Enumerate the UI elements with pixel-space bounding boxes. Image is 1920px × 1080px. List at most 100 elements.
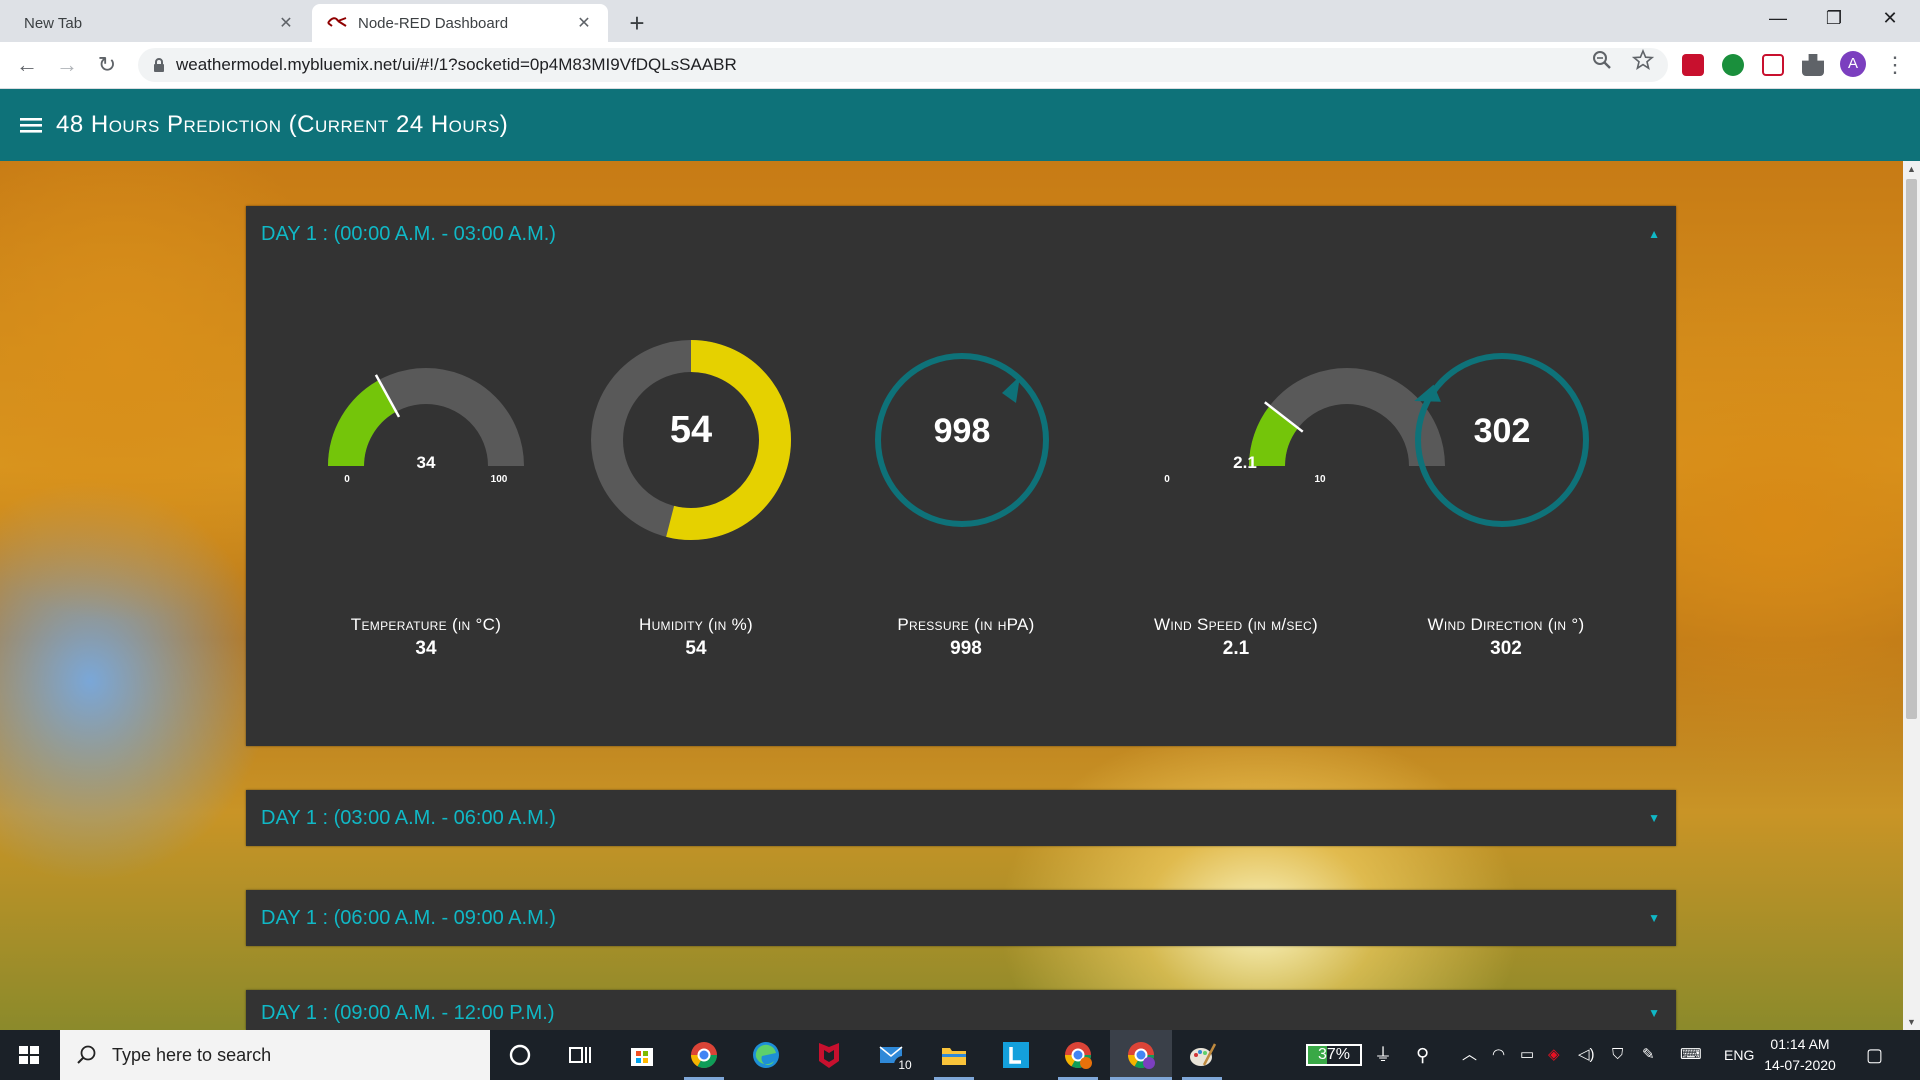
wind-speed-gauge-min: 0: [1164, 474, 1170, 485]
language-indicator[interactable]: ENG: [1724, 1030, 1754, 1080]
group-title: DAY 1 : (06:00 A.M. - 09:00 A.M.): [261, 906, 556, 929]
tab-new-tab[interactable]: New Tab ✕: [0, 4, 310, 42]
taskbar-clock[interactable]: 01:14 AM 14-07-2020: [1760, 1034, 1840, 1076]
chrome-active-icon[interactable]: [1125, 1039, 1157, 1071]
node-red-icon: [327, 17, 347, 27]
temperature-gauge-fill: [328, 380, 397, 467]
group-panel-day1-03-06: DAY 1 : (03:00 A.M. - 06:00 A.M.) ▼: [246, 790, 1676, 846]
wind-direction-ring-value: 302: [1473, 412, 1531, 450]
collapse-caret-icon[interactable]: ▲: [1648, 227, 1660, 241]
tab-node-red-dashboard[interactable]: Node-RED Dashboard ✕: [312, 4, 608, 42]
keyboard-icon[interactable]: ⌨: [1680, 1030, 1702, 1080]
security-shield-icon[interactable]: ⛉: [1612, 1030, 1623, 1080]
windows-start-icon[interactable]: [0, 1030, 58, 1080]
humidity-label: Humidity (in %): [639, 615, 753, 634]
launcher-l-icon[interactable]: [1000, 1039, 1032, 1071]
people-icon[interactable]: ⚲: [1416, 1030, 1429, 1080]
url-text: weathermodel.mybluemix.net/ui/#!/1?socke…: [176, 55, 737, 74]
humidity-value: 54: [685, 638, 707, 659]
pressure-ring-marker: [1002, 376, 1020, 403]
action-center-icon[interactable]: ▢: [1866, 1030, 1883, 1080]
group-title: DAY 1 : (09:00 A.M. - 12:00 P.M.): [261, 1001, 555, 1024]
chrome-profile-icon[interactable]: [1062, 1039, 1094, 1071]
tab-title: Node-RED Dashboard: [358, 14, 509, 32]
browser-toolbar: ← → ↻ weathermodel.mybluemix.net/ui/#!/1…: [0, 42, 1920, 89]
show-hidden-icons-icon[interactable]: ︿: [1462, 1030, 1477, 1080]
browser-menu-icon[interactable]: ⋮: [1880, 50, 1910, 80]
group-header[interactable]: DAY 1 : (03:00 A.M. - 06:00 A.M.) ▼: [246, 790, 1676, 846]
page-scrollbar[interactable]: ▲ ▼: [1903, 161, 1920, 1030]
minimize-icon[interactable]: —: [1750, 0, 1806, 36]
battery-indicator[interactable]: 37%: [1306, 1044, 1362, 1066]
address-bar[interactable]: weathermodel.mybluemix.net/ui/#!/1?socke…: [138, 48, 1668, 82]
chrome-icon[interactable]: [688, 1039, 720, 1071]
pen-icon[interactable]: ✎: [1642, 1030, 1655, 1080]
mcafee-extension-icon[interactable]: [1682, 54, 1704, 76]
group-title: DAY 1 : (03:00 A.M. - 06:00 A.M.): [261, 806, 556, 829]
webadvisor-extension-icon[interactable]: [1762, 54, 1784, 76]
wind-direction-value: 302: [1490, 638, 1522, 659]
wind-speed-label: Wind Speed (in m/sec): [1154, 615, 1318, 634]
scroll-down-icon[interactable]: ▼: [1903, 1014, 1920, 1030]
profile-avatar[interactable]: A: [1840, 51, 1866, 77]
reload-icon[interactable]: ↻: [92, 50, 122, 80]
temperature-label: Temperature (in °C): [350, 615, 502, 634]
extensions-puzzle-icon[interactable]: [1802, 54, 1824, 76]
humidity-donut-value: 54: [669, 409, 713, 451]
group-header[interactable]: DAY 1 : (06:00 A.M. - 09:00 A.M.) ▼: [246, 890, 1676, 946]
restore-icon[interactable]: ❐: [1806, 0, 1862, 36]
clock-date: 14-07-2020: [1764, 1057, 1836, 1073]
close-tab-icon[interactable]: ✕: [574, 13, 594, 33]
power-plug-icon[interactable]: ⏚: [1374, 1030, 1392, 1080]
browser-tab-strip: New Tab ✕ Node-RED Dashboard ✕ + — ❐ ✕: [0, 0, 1920, 42]
volume-icon[interactable]: ◁): [1578, 1030, 1595, 1080]
paint-icon[interactable]: [1186, 1039, 1218, 1071]
pressure-text-widget: Pressure (in hPA) 998: [831, 615, 1101, 660]
temperature-value: 34: [415, 638, 437, 659]
search-placeholder: Type here to search: [112, 1044, 272, 1065]
wifi-icon[interactable]: ◠: [1492, 1030, 1505, 1080]
scroll-up-icon[interactable]: ▲: [1903, 161, 1920, 177]
expand-caret-icon[interactable]: ▼: [1648, 811, 1660, 825]
close-tab-icon[interactable]: ✕: [276, 13, 296, 33]
windows-taskbar: Type here to search 10 37% ⏚ ⚲ ︿ ◠ ▭ ◈ ◁…: [0, 1030, 1920, 1080]
hamburger-menu-icon[interactable]: [20, 116, 42, 134]
group-header[interactable]: DAY 1 : (09:00 A.M. - 12:00 P.M.) ▼: [246, 990, 1676, 1030]
battery-percent: 37%: [1317, 1046, 1351, 1063]
edge-icon[interactable]: [750, 1039, 782, 1071]
page-title: 48 Hours Prediction (Current 24 Hours): [56, 111, 509, 138]
close-window-icon[interactable]: ✕: [1862, 0, 1918, 36]
task-view-icon[interactable]: [564, 1039, 596, 1071]
battery-tray-icon[interactable]: ▭: [1520, 1030, 1534, 1080]
humidity-text-widget: Humidity (in %) 54: [561, 615, 831, 660]
mcafee-icon[interactable]: [813, 1039, 845, 1071]
wind-direction-text-widget: Wind Direction (in °) 302: [1371, 615, 1641, 660]
mcafee-tray-icon[interactable]: ◈: [1548, 1030, 1560, 1080]
temperature-text-widget: Temperature (in °C) 34: [291, 615, 561, 660]
back-icon[interactable]: ←: [12, 50, 42, 80]
wind-speed-value: 2.1: [1222, 638, 1250, 659]
clock-time: 01:14 AM: [1770, 1036, 1830, 1052]
group-title: DAY 1 : (00:00 A.M. - 03:00 A.M.): [261, 222, 556, 245]
file-explorer-icon[interactable]: [938, 1039, 970, 1071]
new-tab-button[interactable]: +: [620, 6, 654, 40]
wind-direction-label: Wind Direction (in °): [1427, 615, 1585, 634]
tab-title: New Tab: [24, 14, 83, 32]
microsoft-store-icon[interactable]: [626, 1039, 658, 1071]
bookmark-star-icon[interactable]: [1632, 49, 1654, 71]
temperature-gauge-min: 0: [344, 474, 350, 485]
expand-caret-icon[interactable]: ▼: [1648, 911, 1660, 925]
shield-extension-icon[interactable]: [1722, 54, 1744, 76]
expand-caret-icon[interactable]: ▼: [1648, 1006, 1660, 1020]
wind-speed-text-widget: Wind Speed (in m/sec) 2.1: [1101, 615, 1371, 660]
zoom-icon[interactable]: [1591, 49, 1613, 71]
forward-icon[interactable]: →: [52, 50, 82, 80]
group-header[interactable]: DAY 1 : (00:00 A.M. - 03:00 A.M.) ▲: [246, 206, 1676, 262]
scrollbar-thumb[interactable]: [1906, 179, 1917, 719]
cortana-icon[interactable]: [504, 1039, 536, 1071]
pressure-ring-value: 998: [933, 412, 991, 450]
taskbar-search-box[interactable]: Type here to search: [60, 1030, 490, 1080]
search-icon: [77, 1045, 96, 1064]
wind-speed-gauge-max: 10: [1314, 474, 1326, 485]
group-panel-day1-06-09: DAY 1 : (06:00 A.M. - 09:00 A.M.) ▼: [246, 890, 1676, 946]
